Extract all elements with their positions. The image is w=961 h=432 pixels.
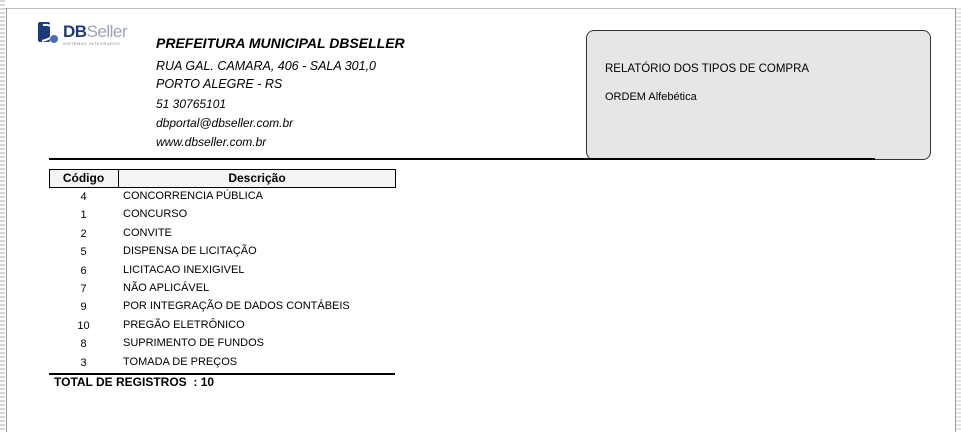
column-header-description: Descrição [228, 171, 286, 185]
row-code: 6 [80, 264, 87, 277]
table-row: 2 CONVITE [49, 226, 395, 244]
row-description: LICITACAO INEXIGIVEL [123, 263, 245, 276]
email-address: dbportal@dbseller.com.br [156, 116, 294, 130]
address-line-1: RUA GAL. CAMARA, 406 - SALA 301,0 [156, 59, 377, 73]
row-description: PREGÃO ELETRÔNICO [123, 318, 245, 331]
row-description: POR INTEGRAÇÃO DE DADOS CONTÁBEIS [123, 300, 350, 313]
table-row: 4 CONCORRENCIA PÚBLICA [49, 189, 395, 207]
total-records: TOTAL DE REGISTROS : 10 [54, 375, 214, 389]
table-row: 3 TOMADA DE PREÇOS [49, 355, 395, 373]
logo-tagline: SISTEMAS INTEGRADOS [63, 41, 121, 46]
organization-name: PREFEITURA MUNICIPAL DBSELLER [156, 35, 405, 51]
row-description: CONVITE [123, 226, 172, 239]
row-code: 9 [80, 301, 87, 314]
table-row: 7 NÃO APLICÁVEL [49, 281, 395, 299]
row-description: TOMADA DE PREÇOS [123, 355, 238, 368]
row-description: SUPRIMENTO DE FUNDOS [123, 337, 264, 350]
header-divider [49, 158, 875, 160]
column-header-code: Código [62, 171, 105, 185]
table-row: 10 PREGÃO ELETRÔNICO [49, 318, 395, 336]
logo-brand: DBSeller [63, 22, 128, 41]
total-label: TOTAL DE REGISTROS : [54, 375, 198, 389]
row-description: CONCURSO [123, 208, 188, 221]
row-code: 10 [77, 319, 90, 332]
row-code: 7 [80, 282, 87, 295]
row-description: CONCORRENCIA PÚBLICA [123, 190, 263, 202]
row-code: 8 [80, 338, 87, 351]
table-row: 1 CONCURSO [49, 207, 395, 225]
table-row: 8 SUPRIMENTO DE FUNDOS [49, 336, 395, 354]
report-title: RELATÓRIO DOS TIPOS DE COMPRA [605, 63, 810, 75]
row-code: 5 [80, 246, 87, 259]
website-url: www.dbseller.com.br [156, 135, 267, 149]
viewer-right-scrollbar[interactable] [956, 8, 961, 432]
address-line-2: PORTO ALEGRE - RS [156, 77, 283, 91]
table-row: 9 POR INTEGRAÇÃO DE DADOS CONTÁBEIS [49, 299, 395, 317]
row-description: NÃO APLICÁVEL [123, 281, 210, 294]
phone-number: 51 30765101 [156, 97, 227, 111]
dbseller-logo-icon [38, 22, 58, 43]
table-row: 5 DISPENSA DE LICITAÇÃO [49, 244, 395, 262]
viewer-left-edge [6, 8, 7, 432]
table-body: 4 CONCORRENCIA PÚBLICA 1 CONCURSO 2 CONVITE… [49, 189, 395, 373]
viewer-left-scrollbar[interactable] [0, 0, 5, 432]
row-code: 1 [80, 209, 87, 222]
row-code: 3 [80, 356, 87, 369]
total-value: 10 [200, 375, 215, 389]
row-description: DISPENSA DE LICITAÇÃO [123, 245, 257, 258]
viewer-top-border [0, 0, 961, 9]
row-code: 4 [80, 191, 87, 203]
report-order: ORDEM Alfebética [605, 91, 697, 103]
dbseller-logo: DBSeller SISTEMAS INTEGRADOS [37, 20, 129, 50]
report-info-box: RELATÓRIO DOS TIPOS DE COMPRA ORDEM Alfe… [586, 30, 931, 160]
table-row: 6 LICITACAO INEXIGIVEL [49, 263, 395, 281]
row-code: 2 [80, 227, 87, 240]
